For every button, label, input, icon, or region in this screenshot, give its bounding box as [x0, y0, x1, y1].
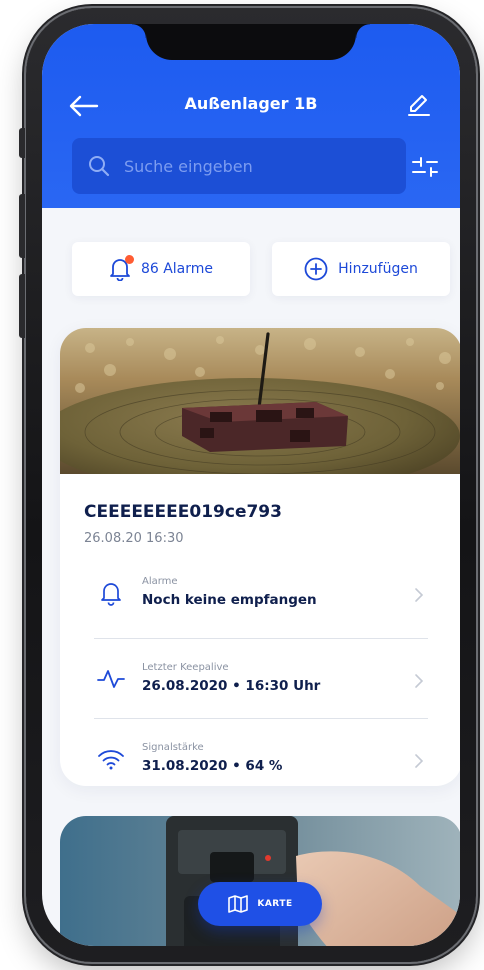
wifi-icon [98, 750, 124, 770]
row-value: 31.08.2020 • 64 % [142, 758, 283, 774]
alarms-label: 86 Alarme [140, 261, 214, 277]
app-screen: Außenlager 1B Suche eingeben 86 Alarme H… [42, 24, 460, 946]
notch [132, 24, 370, 60]
plus-circle-icon [304, 257, 328, 281]
add-button[interactable]: Hinzufügen [272, 242, 450, 296]
add-icon-wrap [304, 257, 328, 281]
add-label: Hinzufügen [338, 261, 418, 277]
map-icon [228, 895, 249, 913]
row-icon-wrap [94, 662, 128, 696]
sliders-icon [412, 157, 438, 177]
row-divider [94, 718, 428, 719]
pulse-icon [97, 670, 125, 688]
alarms-button[interactable]: 86 Alarme [72, 242, 250, 296]
chevron-right-icon [415, 754, 424, 768]
map-button-label: KARTE [257, 899, 293, 909]
row-keepalive[interactable]: Letzter Keepalive 26.08.2020 • 16:30 Uhr [94, 640, 428, 720]
device-card-2[interactable] [60, 816, 460, 946]
device-photo [60, 328, 460, 474]
row-value: Noch keine empfangen [142, 592, 317, 608]
page-title: Außenlager 1B [184, 94, 318, 113]
device-id: CEEEEEEEE019ce793 [84, 502, 282, 522]
bell-icon [101, 583, 121, 606]
device-timestamp: 26.08.20 16:30 [84, 531, 184, 546]
edit-button[interactable] [402, 88, 436, 122]
chevron-right-icon [415, 674, 424, 688]
alarm-bell [109, 255, 134, 281]
volume-up-button [19, 194, 25, 258]
row-signal[interactable]: Signalstärke 31.08.2020 • 64 % [94, 720, 428, 786]
pencil-icon [408, 95, 430, 116]
row-alarms[interactable]: Alarme Noch keine empfangen [94, 554, 428, 634]
row-label: Alarme [142, 576, 178, 587]
chevron-right-icon [415, 588, 424, 602]
search-input[interactable] [122, 155, 382, 177]
mute-switch [19, 128, 25, 158]
row-value: 26.08.2020 • 16:30 Uhr [142, 678, 321, 694]
volume-down-button [19, 274, 25, 338]
row-divider [94, 638, 428, 639]
device-card[interactable]: CEEEEEEEE019ce793 26.08.20 16:30 Alarme … [60, 328, 460, 786]
row-icon-wrap [94, 576, 128, 610]
phone-frame: Außenlager 1B Suche eingeben 86 Alarme H… [19, 8, 476, 962]
row-label: Signalstärke [142, 742, 204, 753]
row-icon-wrap [94, 742, 128, 776]
filter-button[interactable] [408, 150, 442, 184]
alarm-badge-dot [124, 255, 134, 264]
row-label: Letzter Keepalive [142, 662, 229, 673]
search-icon [89, 156, 110, 177]
map-button[interactable]: KARTE [198, 882, 322, 926]
search-box[interactable] [72, 138, 406, 194]
device-photo-2 [60, 816, 460, 946]
